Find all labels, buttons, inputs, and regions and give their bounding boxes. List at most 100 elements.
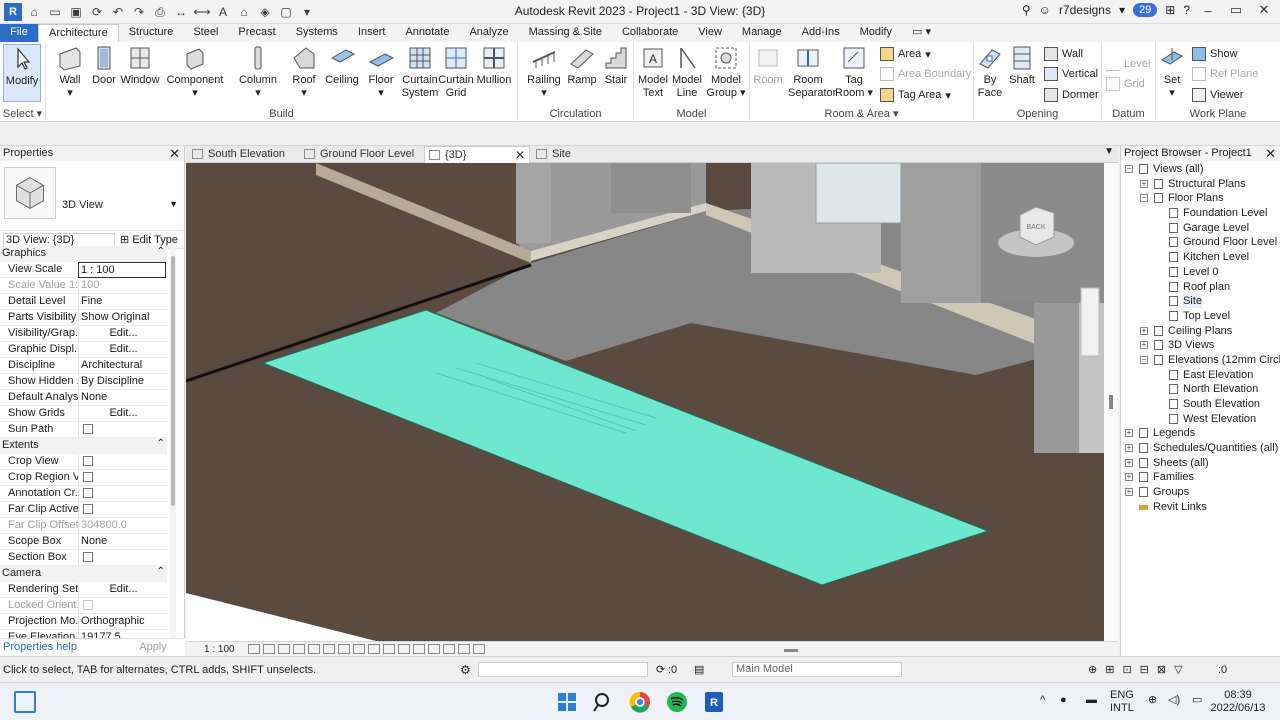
checkbox[interactable] [83,424,93,434]
tree-elevation-item[interactable]: West Elevation [1121,412,1280,427]
room-separator-button[interactable]: Room Separator [788,44,836,100]
revit-taskbar-icon[interactable]: R [703,691,725,713]
level-button[interactable]: Level [1106,55,1150,73]
close-properties-icon[interactable]: ✕ [169,146,180,161]
select-group-label[interactable]: Select ▾ [0,107,45,120]
contextual-tab-menu-icon[interactable]: ▭ ▾ [902,24,941,42]
tab-structure[interactable]: Structure [119,24,184,42]
component-button[interactable]: Component ▾ [164,44,226,100]
property-checkbox[interactable] [78,454,166,470]
viewer-button[interactable]: Viewer [1192,86,1243,104]
property-edit-button[interactable]: Edit... [78,582,166,598]
temporary-hide-icon[interactable] [368,644,380,654]
vertical-opening-button[interactable]: Vertical [1044,65,1098,83]
select-links-icon[interactable]: ⊕ [1088,663,1097,676]
tree-floor-item[interactable]: Kitchen Level [1121,250,1280,265]
grid-button[interactable]: Grid [1106,75,1145,93]
checkbox[interactable] [83,600,93,610]
spotify-icon[interactable] [666,691,688,713]
section-icon[interactable]: ◈ [256,3,274,21]
property-value[interactable]: Architectural [78,358,166,374]
tab-analyze[interactable]: Analyze [459,24,518,42]
tree-floor-item[interactable]: Site [1121,294,1280,309]
close-hidden-icon[interactable]: ▢ [277,3,295,21]
user-name[interactable]: r7designs [1059,3,1111,17]
3d-viewport[interactable]: BACK [186,163,1104,641]
property-value[interactable]: Show Original [78,310,166,326]
tree-floor-item[interactable]: Ground Floor Level [1121,235,1280,250]
help-icon[interactable]: ? [1183,3,1190,17]
checkbox[interactable] [83,472,93,482]
modify-button[interactable]: Modify [3,44,41,102]
user-dropdown-icon[interactable]: ▾ [1119,3,1125,17]
sun-path-icon[interactable] [278,644,290,654]
viewport-scroll-thumb[interactable] [1109,395,1113,409]
expand-icon[interactable]: + [1125,488,1133,497]
tree-views-all[interactable]: − Views (all) [1121,162,1280,177]
open-icon[interactable]: ▭ [46,3,64,21]
maximize-button[interactable]: ▭ [1226,2,1246,18]
tree-groups[interactable]: + Groups [1121,485,1280,500]
type-selector[interactable]: 3D View ▼ [0,161,184,231]
dormer-button[interactable]: Dormer [1044,86,1099,104]
tabs-menu-icon[interactable]: ▼ [1104,146,1114,157]
sync-icon[interactable]: ⟳ [88,3,106,21]
collapse-icon[interactable]: − [1140,194,1148,203]
lock-3d-icon[interactable] [353,644,365,654]
properties-scrollbar[interactable] [170,246,176,656]
room-area-group-label[interactable]: Room & Area ▾ [750,107,973,120]
properties-help-link[interactable]: Properties help [3,641,77,653]
tree-elevation-item[interactable]: South Elevation [1121,397,1280,412]
constraints-icon[interactable] [443,644,455,654]
tab-collaborate[interactable]: Collaborate [612,24,688,42]
section-camera[interactable]: Camera ⌃ [0,566,167,582]
checkbox[interactable] [83,552,93,562]
rendering-icon[interactable] [308,644,320,654]
binoculars-icon[interactable]: ⚲ [1022,3,1031,17]
floor-button[interactable]: Floor ▾ [359,44,403,100]
show-crop-icon[interactable] [338,644,350,654]
tab-architecture[interactable]: Architecture [38,24,119,42]
model-group-button[interactable]: Model Group ▾ [704,44,748,100]
mullion-button[interactable]: Mullion [472,44,516,87]
property-checkbox[interactable] [78,470,166,486]
tab-modify[interactable]: Modify [850,24,902,42]
measure-icon[interactable]: ↔ [172,3,190,21]
worksharing-icon[interactable] [473,644,485,654]
tree-legends[interactable]: + Legends [1121,426,1280,441]
property-checkbox[interactable] [78,550,166,566]
ref-plane-button[interactable]: Ref Plane [1192,65,1258,83]
model-line-button[interactable]: Model Line [665,44,709,100]
close-button[interactable]: ✕ [1254,2,1274,18]
tag-room-button[interactable]: Tag Room ▾ [834,44,874,100]
tree-floor-plans[interactable]: − Floor Plans [1121,191,1280,206]
redo-icon[interactable]: ↷ [130,3,148,21]
crop-view-icon[interactable] [323,644,335,654]
expand-icon[interactable]: + [1125,473,1133,482]
viewport-scrollbar[interactable] [1104,163,1118,641]
detail-level-icon[interactable] [248,644,260,654]
property-value[interactable]: Orthographic [78,614,166,630]
shaft-button[interactable]: Shaft [1000,44,1044,87]
collapse-icon[interactable]: ⌃ [157,566,165,577]
property-edit-button[interactable]: Edit... [78,342,166,358]
tree-floor-item[interactable]: Garage Level [1121,221,1280,236]
tree-floor-item[interactable]: Level 0 [1121,265,1280,280]
apply-button[interactable]: Apply [127,640,179,655]
filter-icon[interactable]: ▽ [1174,663,1182,676]
language-indicator[interactable]: ENG INTL [1110,689,1134,715]
tree-structural-plans[interactable]: + Structural Plans [1121,177,1280,192]
tray-folder-icon[interactable]: ▬ [1086,694,1097,707]
expand-icon[interactable]: + [1140,179,1148,188]
tray-app-icon[interactable]: ● [1060,694,1067,707]
tray-chevron-icon[interactable]: ^ [1040,694,1045,707]
tree-schedules[interactable]: + Schedules/Quantities (all) [1121,441,1280,456]
tab-site[interactable]: Site [532,146,592,163]
user-icon[interactable]: ☺ [1039,3,1051,17]
reveal-hidden-icon[interactable] [383,644,395,654]
tree-floor-item[interactable]: Roof plan [1121,280,1280,295]
workset-dropdown[interactable] [478,662,648,677]
undo-icon[interactable]: ↶ [109,3,127,21]
tree-floor-item[interactable]: Top Level [1121,309,1280,324]
worksets-icon[interactable]: ⚙ [460,663,471,677]
